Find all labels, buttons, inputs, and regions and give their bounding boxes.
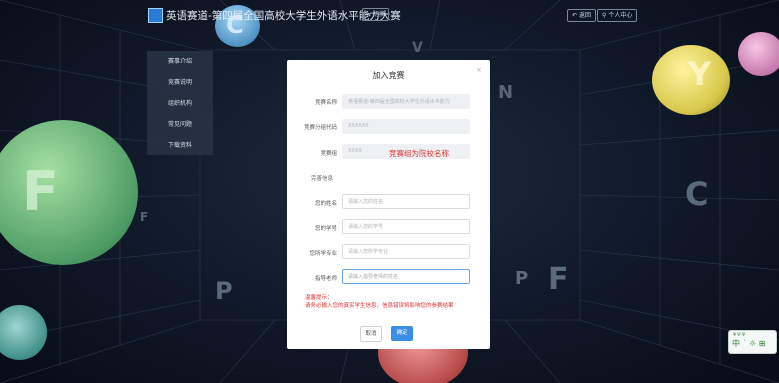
side-menu: 赛事介绍 竞赛说明 组织机构 常见问题 下载资料 [147, 51, 213, 155]
group-code-field: XXXXXX [342, 119, 470, 134]
tip-body: 请务必输入您的真实学生信息，信息错误将影响您的参赛结果 [305, 303, 454, 309]
sidebar-item-faq[interactable]: 常见问题 [147, 114, 213, 135]
group-annotation: 竞赛组为院校名称 [389, 149, 449, 158]
back-label: 返回 [578, 12, 591, 19]
sidebar-item-intro[interactable]: 赛事介绍 [147, 51, 213, 72]
competition-name-field: 英语赛道-第四届全国高校大学生外语水平能力 [342, 94, 470, 109]
decor-letter-f-bottom-right: F [548, 262, 569, 297]
back-button[interactable]: ↶ 返回 [567, 9, 596, 22]
teacher-placeholder: 请输入指导老师的姓名 [348, 274, 399, 280]
teacher-input[interactable]: 请输入指导老师的姓名 [342, 269, 470, 284]
tip-title: 温馨提示： [305, 295, 333, 301]
sidebar-item-organization[interactable]: 组织机构 [147, 93, 213, 114]
name-placeholder: 请输入您的姓名 [348, 199, 384, 205]
group-value: XXXX [348, 148, 362, 154]
logo-icon [148, 8, 163, 23]
group-code-label: 竞赛分组代码 [303, 125, 337, 131]
decor-letter-n-right: N [498, 82, 514, 103]
confirm-button[interactable]: 确定 [391, 326, 413, 341]
decor-letter-v-top: V [412, 40, 423, 56]
name-label: 您的姓名 [314, 201, 337, 207]
decor-letter-f-left: F [22, 160, 59, 223]
switch-button[interactable]: ⇆ 切换 [362, 8, 389, 21]
competition-name-value: 英语赛道-第四届全国高校大学生外语水平能力 [348, 99, 450, 105]
major-placeholder: 请输入您所学专业 [348, 249, 389, 255]
ime-widget-top: Ψ Ψ Ψ [733, 332, 745, 337]
group-field: XXXX 竞赛组为院校名称 [342, 144, 470, 159]
decor-ball-pink-right [738, 32, 779, 76]
decor-letter-p-bottom-left: P [215, 277, 233, 305]
back-icon: ↶ [572, 12, 579, 19]
top-bar: 英语赛道-第四届全国高校大学生外语水平能力大赛 ⇆ 切换 ↶ 返回 ⚲ 个人中心 [0, 0, 779, 30]
major-input[interactable]: 请输入您所学专业 [342, 244, 470, 259]
teacher-label: 指导老师 [314, 276, 337, 282]
dialog-title: 加入竞赛 [372, 71, 405, 80]
user-center-button[interactable]: ⚲ 个人中心 [597, 9, 638, 22]
sidebar-item-rules[interactable]: 竞赛说明 [147, 72, 213, 93]
decor-letter-c-right: C [685, 175, 709, 213]
major-label: 您所学专业 [309, 251, 337, 257]
join-competition-dialog: 加入竞赛 × 竞赛名称 英语赛道-第四届全国高校大学生外语水平能力 竞赛分组代码… [287, 60, 490, 349]
sidebar-item-downloads[interactable]: 下载资料 [147, 135, 213, 156]
ime-widget-main: 中 ˙ ☼ ⊞ [732, 339, 766, 348]
group-code-value: XXXXXX [348, 123, 369, 129]
student-id-placeholder: 请输入您的学号 [348, 224, 384, 230]
decor-letter-y-right: Y [688, 55, 712, 93]
student-id-label: 您的学号 [314, 226, 337, 232]
decor-letter-p-right: P [515, 268, 529, 289]
cancel-button[interactable]: 取消 [360, 326, 382, 342]
user-center-label: 个人中心 [608, 12, 633, 19]
student-id-input[interactable]: 请输入您的学号 [342, 219, 470, 234]
ime-widget[interactable]: Ψ Ψ Ψ 中 ˙ ☼ ⊞ [728, 330, 777, 354]
name-input[interactable]: 请输入您的姓名 [342, 194, 470, 209]
group-label: 竞赛组 [320, 151, 337, 157]
competition-name-label: 竞赛名称 [314, 100, 337, 106]
decor-letter-f-small: F [140, 210, 149, 224]
close-icon[interactable]: × [476, 66, 482, 74]
section-title: 完善信息 [311, 176, 334, 182]
